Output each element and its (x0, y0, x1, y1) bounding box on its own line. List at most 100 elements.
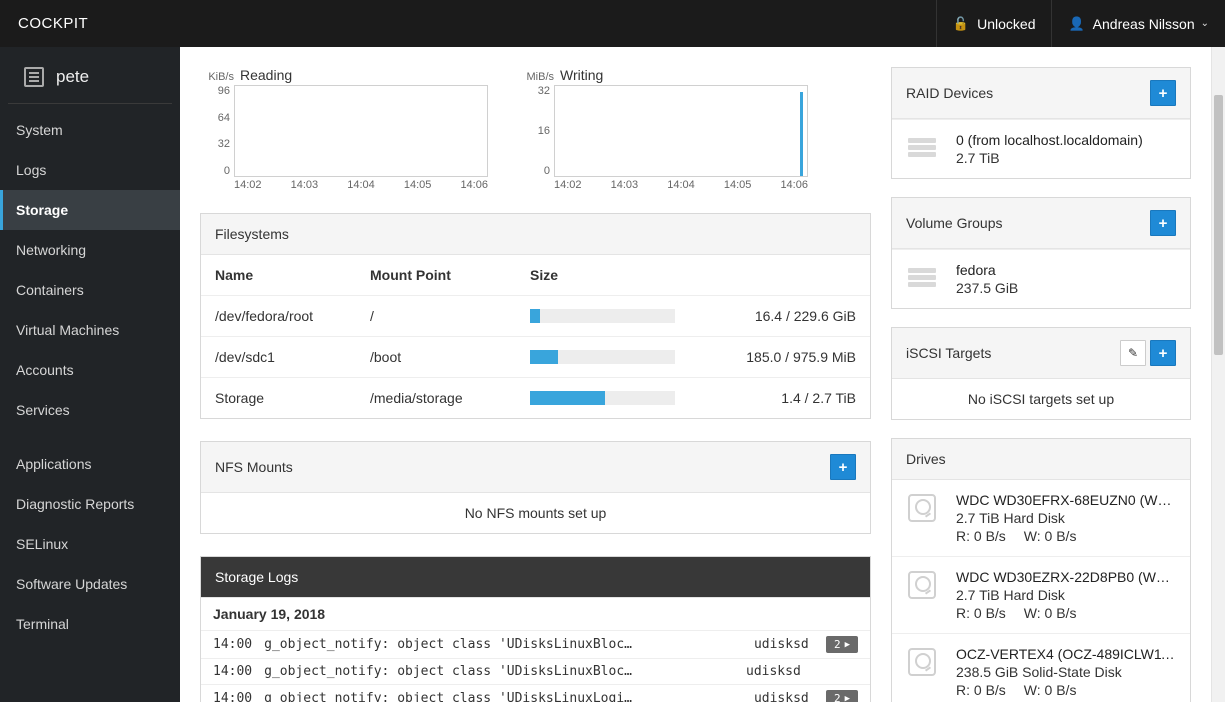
drive-item[interactable]: WDC WD30EZRX-22D8PB0 (WD… 2.7 TiB Hard D… (892, 556, 1190, 633)
sidebar-item-logs[interactable]: Logs (0, 150, 180, 190)
log-count-badge: 2▶ (826, 690, 858, 702)
drive-item[interactable]: OCZ-VERTEX4 (OCZ-489ICLW11… 238.5 GiB So… (892, 633, 1190, 702)
fs-size: 16.4 / 229.6 GiB (689, 308, 856, 324)
fs-size-cell: 1.4 / 2.7 TiB (516, 378, 870, 419)
logs-date: January 19, 2018 (201, 598, 870, 631)
drive-item[interactable]: WDC WD30EFRX-68EUZN0 (WD… 2.7 TiB Hard D… (892, 480, 1190, 556)
sidebar-item-selinux[interactable]: SELinux (0, 524, 180, 564)
log-lines: 14:00 g_object_notify: object class 'UDi… (201, 631, 870, 702)
sidebar-item-virtual-machines[interactable]: Virtual Machines (0, 310, 180, 350)
chart-writing-title: Writing (560, 67, 603, 83)
lock-toggle[interactable]: 🔓 Unlocked (936, 0, 1052, 47)
raid-item-size: 2.7 TiB (956, 150, 1176, 166)
sidebar-item-terminal[interactable]: Terminal (0, 604, 180, 644)
sidebar: pete SystemLogsStorageNetworkingContaine… (0, 47, 180, 702)
edit-iscsi-button[interactable]: ✎ (1120, 340, 1146, 366)
drives-panel: Drives WDC WD30EFRX-68EUZN0 (WD… 2.7 TiB… (891, 438, 1191, 702)
user-menu[interactable]: 👤 Andreas Nilsson ⌄ (1051, 0, 1225, 47)
log-message: g_object_notify: object class 'UDisksLin… (264, 691, 742, 702)
log-line[interactable]: 14:00 g_object_notify: object class 'UDi… (201, 659, 870, 685)
raid-item[interactable]: 0 (from localhost.localdomain) 2.7 TiB (892, 119, 1190, 178)
vg-item-size: 237.5 GiB (956, 280, 1176, 296)
add-iscsi-button[interactable]: + (1150, 340, 1176, 366)
chart-reading-unit: KiB/s (204, 71, 234, 83)
add-vg-button[interactable]: + (1150, 210, 1176, 236)
iscsi-header: iSCSI Targets ✎ + (892, 328, 1190, 379)
sidebar-item-diagnostic-reports[interactable]: Diagnostic Reports (0, 484, 180, 524)
add-raid-button[interactable]: + (1150, 80, 1176, 106)
drive-write: W: 0 B/s (1024, 682, 1077, 698)
vg-header: Volume Groups + (892, 198, 1190, 249)
table-row[interactable]: /dev/sdc1 /boot 185.0 / 975.9 MiB (201, 337, 870, 378)
fs-name: /dev/fedora/root (201, 296, 356, 337)
log-time: 14:00 (213, 691, 252, 702)
iscsi-title: iSCSI Targets (906, 345, 991, 361)
sidebar-item-software-updates[interactable]: Software Updates (0, 564, 180, 604)
raid-icon (906, 132, 938, 164)
drive-write: W: 0 B/s (1024, 605, 1077, 621)
filesystems-table: NameMount PointSize /dev/fedora/root / 1… (201, 255, 870, 418)
log-line[interactable]: 14:00 g_object_notify: object class 'UDi… (201, 685, 870, 702)
fs-size: 185.0 / 975.9 MiB (689, 349, 856, 365)
table-row[interactable]: /dev/fedora/root / 16.4 / 229.6 GiB (201, 296, 870, 337)
sidebar-item-applications[interactable]: Applications (0, 444, 180, 484)
drive-name: WDC WD30EFRX-68EUZN0 (WD… (956, 492, 1176, 508)
storage-logs-panel: Storage Logs January 19, 2018 14:00 g_ob… (200, 556, 871, 702)
storage-logs-header: Storage Logs (201, 557, 870, 598)
column-header: Mount Point (356, 255, 516, 296)
vg-item[interactable]: fedora 237.5 GiB (892, 249, 1190, 308)
nav-separator (0, 430, 180, 444)
scrollbar[interactable] (1211, 47, 1225, 702)
log-count-badge: 2▶ (826, 636, 858, 653)
drive-read: R: 0 B/s (956, 682, 1006, 698)
nfs-header: NFS Mounts + (201, 442, 870, 493)
x-axis-reading: 14:0214:0314:0414:0514:06 (204, 177, 488, 191)
host-selector[interactable]: pete (8, 47, 172, 104)
sidebar-item-networking[interactable]: Networking (0, 230, 180, 270)
disk-icon (906, 646, 938, 678)
sidebar-item-containers[interactable]: Containers (0, 270, 180, 310)
drive-desc: 2.7 TiB Hard Disk (956, 510, 1176, 526)
x-axis-writing: 14:0214:0314:0414:0514:06 (524, 177, 808, 191)
layout: pete SystemLogsStorageNetworkingContaine… (0, 47, 1225, 702)
chart-reading: KiB/s Reading 9664320 14:0214:0314:0414:… (204, 67, 488, 191)
column-header: Size (516, 255, 870, 296)
lock-label: Unlocked (977, 16, 1035, 32)
usage-bar (530, 309, 675, 323)
filesystems-panel: Filesystems NameMount PointSize /dev/fed… (200, 213, 871, 419)
vg-panel: Volume Groups + fedora 237.5 GiB (891, 197, 1191, 309)
drive-desc: 238.5 GiB Solid-State Disk (956, 664, 1176, 680)
fs-size: 1.4 / 2.7 TiB (689, 390, 856, 406)
log-time: 14:00 (213, 637, 252, 652)
log-source: udisksd (746, 664, 806, 679)
sidebar-item-services[interactable]: Services (0, 390, 180, 430)
fs-mount: /media/storage (356, 378, 516, 419)
sidebar-item-accounts[interactable]: Accounts (0, 350, 180, 390)
topbar: COCKPIT 🔓 Unlocked 👤 Andreas Nilsson ⌄ (0, 0, 1225, 47)
log-line[interactable]: 14:00 g_object_notify: object class 'UDi… (201, 631, 870, 659)
table-row[interactable]: Storage /media/storage 1.4 / 2.7 TiB (201, 378, 870, 419)
chevron-right-icon: ▶ (845, 694, 850, 702)
filesystems-title: Filesystems (215, 226, 289, 242)
fs-mount: /boot (356, 337, 516, 378)
vg-icon (906, 262, 938, 294)
add-nfs-button[interactable]: + (830, 454, 856, 480)
sidebar-item-system[interactable]: System (0, 110, 180, 150)
sidebar-item-storage[interactable]: Storage (0, 190, 180, 230)
y-axis-writing: 32160 (524, 85, 554, 177)
scrollbar-thumb[interactable] (1214, 95, 1223, 355)
log-message: g_object_notify: object class 'UDisksLin… (264, 664, 734, 679)
content: KiB/s Reading 9664320 14:0214:0314:0414:… (180, 47, 1225, 702)
iscsi-empty: No iSCSI targets set up (892, 379, 1190, 419)
vg-title: Volume Groups (906, 215, 1003, 231)
charts-row: KiB/s Reading 9664320 14:0214:0314:0414:… (200, 67, 871, 191)
side-column: RAID Devices + 0 (from localhost.localdo… (891, 47, 1211, 702)
chart-writing: MiB/s Writing 32160 14:0214:0314:0414:05… (524, 67, 808, 191)
fs-mount: / (356, 296, 516, 337)
usage-bar (530, 350, 675, 364)
chevron-down-icon: ⌄ (1201, 18, 1209, 29)
drive-name: WDC WD30EZRX-22D8PB0 (WD… (956, 569, 1176, 585)
raid-item-name: 0 (from localhost.localdomain) (956, 132, 1176, 148)
chevron-right-icon: ▶ (845, 640, 850, 650)
column-header: Name (201, 255, 356, 296)
